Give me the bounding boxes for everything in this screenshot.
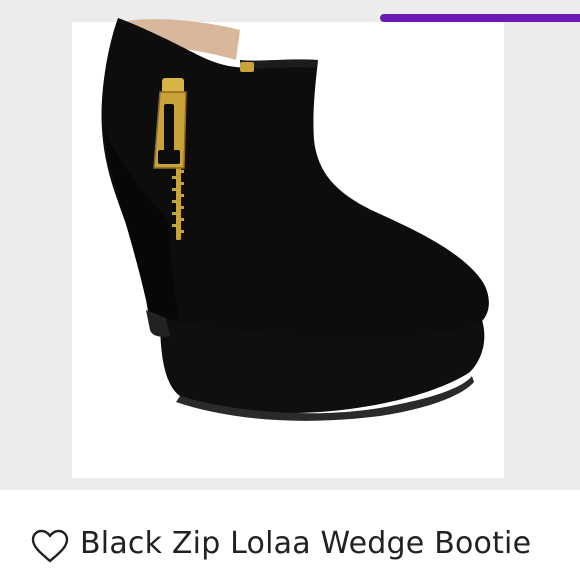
product-image [101, 18, 489, 421]
listing-screen: Black Zip Lolaa Wedge Bootie [0, 0, 580, 580]
heart-outline-icon[interactable] [30, 528, 70, 564]
listing-title[interactable]: Black Zip Lolaa Wedge Bootie [80, 522, 531, 566]
heel-pull-tab [240, 62, 254, 72]
listing-caption: Black Zip Lolaa Wedge Bootie [0, 500, 580, 580]
product-image-area[interactable] [0, 0, 580, 490]
